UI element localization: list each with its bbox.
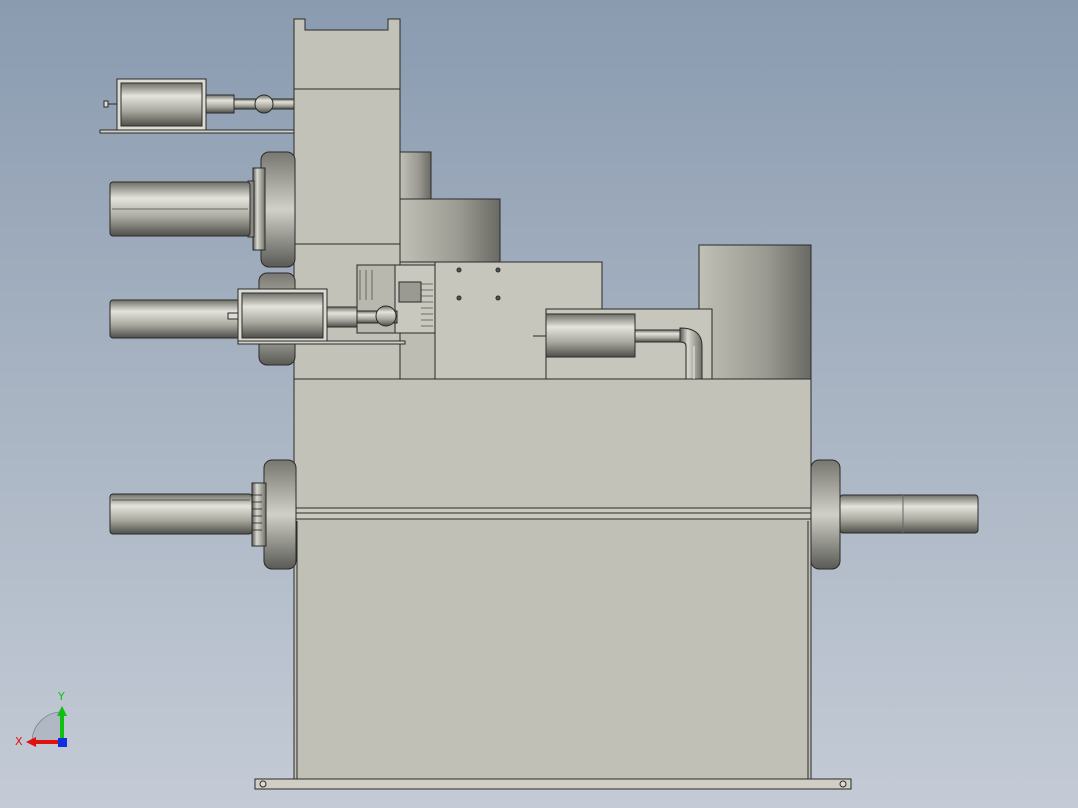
middle-shelf — [237, 340, 406, 345]
middle-motor-body — [109, 299, 246, 339]
x-axis-label: X — [15, 735, 23, 748]
right-housing-block — [698, 244, 812, 380]
coordinate-triad: X Y — [15, 690, 67, 748]
lower-left-flange — [263, 459, 297, 570]
rear-motor-lower — [399, 198, 501, 263]
plate-hole — [495, 295, 501, 301]
main-body — [293, 378, 812, 509]
base-plate — [254, 778, 852, 790]
upper-ball-joint — [254, 94, 274, 114]
rear-motor-upper — [399, 151, 432, 201]
base-bolt-left — [259, 780, 267, 788]
plate-hole — [495, 267, 501, 273]
plate-hole — [456, 295, 462, 301]
cad-viewport[interactable]: X Y — [0, 0, 1078, 808]
small-motor — [545, 313, 636, 358]
upper-actuator-body — [120, 82, 203, 127]
plate-hole — [456, 267, 462, 273]
lower-housing — [293, 517, 812, 780]
y-axis-label: Y — [57, 690, 65, 703]
z-axis-marker — [58, 738, 67, 747]
lower-right-shaft — [839, 494, 979, 534]
middle-actuator-body — [241, 292, 324, 339]
middle-ball-joint — [375, 305, 397, 327]
upper-motor-flange — [260, 151, 296, 268]
base-bolt-right — [839, 780, 847, 788]
lower-right-flange — [810, 459, 841, 570]
